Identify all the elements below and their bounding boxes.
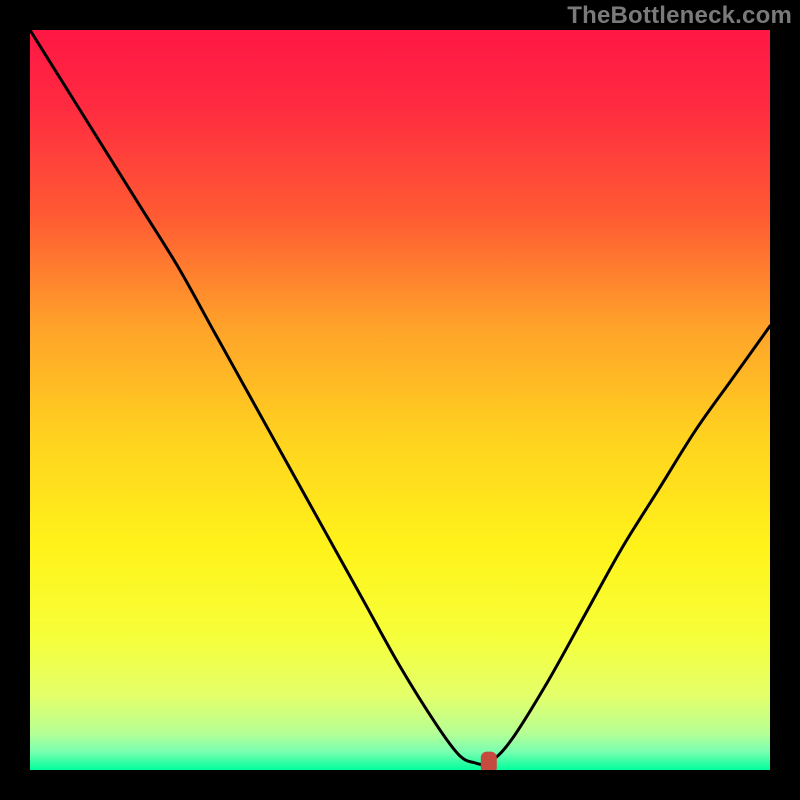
optimal-point-marker	[481, 752, 497, 770]
gradient-background	[30, 30, 770, 770]
chart-frame: TheBottleneck.com	[0, 0, 800, 800]
plot-area	[30, 30, 770, 770]
watermark-text: TheBottleneck.com	[567, 2, 792, 30]
chart-svg	[30, 30, 770, 770]
